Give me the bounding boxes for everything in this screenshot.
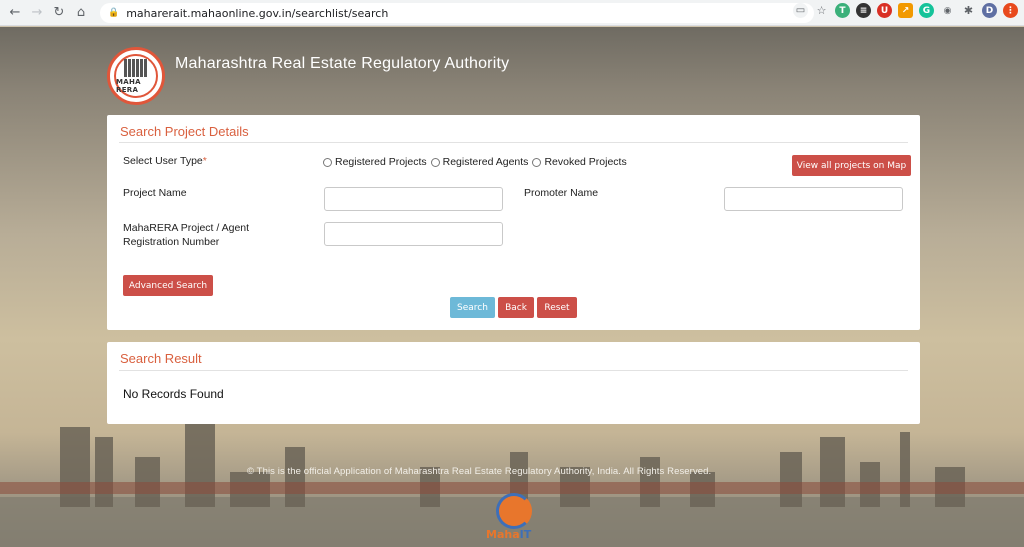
search-panel-title: Search Project Details	[120, 124, 249, 139]
user-type-label: Select User Type*	[123, 154, 207, 168]
puzzle-icon[interactable]: ✱	[961, 3, 976, 18]
user-type-label-text: Select User Type	[123, 155, 203, 167]
view-projects-on-map-button[interactable]: View all projects on Map	[792, 155, 911, 176]
radio-button[interactable]	[532, 157, 542, 167]
radio-button[interactable]	[430, 157, 440, 167]
extension-shield-icon[interactable]: U	[877, 3, 892, 18]
extension-green-icon[interactable]: T	[835, 3, 850, 18]
address-bar[interactable]: 🔒 maharerait.mahaonline.gov.in/searchlis…	[100, 3, 814, 23]
bookmark-star-icon[interactable]: ☆	[814, 3, 829, 18]
extension-chart-icon[interactable]: ↗	[898, 3, 913, 18]
radio-label: Registered Agents	[442, 156, 529, 168]
radio-label: Registered Projects	[335, 156, 427, 168]
back-button[interactable]: Back	[498, 297, 534, 318]
registration-number-input[interactable]	[324, 222, 503, 246]
search-button[interactable]: Search	[450, 297, 495, 318]
no-records-message: No Records Found	[123, 387, 224, 401]
radio-registered-projects[interactable]: Registered Projects	[323, 156, 427, 168]
radio-registered-agents[interactable]: Registered Agents	[430, 156, 529, 168]
project-name-input[interactable]	[324, 187, 503, 211]
grammarly-icon[interactable]: G	[919, 3, 934, 18]
project-name-label: Project Name	[123, 187, 187, 199]
result-panel-divider	[119, 370, 908, 371]
home-icon[interactable]: ⌂	[70, 2, 92, 24]
advanced-search-button[interactable]: Advanced Search	[123, 275, 213, 296]
back-arrow-icon[interactable]: ←	[4, 2, 26, 24]
browser-toolbar: ← → ↻ ⌂ 🔒 maharerait.mahaonline.gov.in/s…	[0, 0, 1024, 26]
building-icon	[124, 58, 148, 77]
registration-number-label: MahaRERA Project / Agent Registration Nu…	[123, 221, 249, 249]
extension-layers-icon[interactable]: ≡	[856, 3, 871, 18]
reset-button[interactable]: Reset	[537, 297, 577, 318]
radio-label: Revoked Projects	[544, 156, 627, 168]
reload-icon[interactable]: ↻	[48, 2, 70, 24]
logo-emblem: MAHA RERA	[114, 54, 158, 98]
menu-update-icon[interactable]: ⋮	[1003, 3, 1018, 18]
extension-bar: ▭ ☆ T ≡ U ↗ G ◉ ✱ D ⋮	[793, 3, 1018, 18]
radio-button[interactable]	[323, 157, 332, 167]
url-text: maharerait.mahaonline.gov.in/searchlist/…	[126, 6, 389, 20]
search-result-panel: Search Result No Records Found	[107, 342, 920, 424]
cast-icon[interactable]: ▭	[793, 3, 808, 18]
mahait-text-a: Maha	[486, 528, 520, 541]
logo-text: MAHA RERA	[116, 77, 141, 94]
promoter-name-input[interactable]	[724, 187, 903, 211]
site-title: Maharashtra Real Estate Regulatory Autho…	[175, 55, 510, 72]
maharera-logo[interactable]: MAHA RERA	[107, 47, 165, 105]
registration-label-line1: MahaRERA Project / Agent	[123, 222, 250, 234]
promoter-name-label: Promoter Name	[524, 187, 599, 199]
profile-avatar[interactable]: D	[982, 3, 997, 18]
search-panel-divider	[119, 142, 908, 143]
forward-arrow-icon[interactable]: →	[26, 2, 48, 24]
registration-label-line2: Registration Number	[123, 236, 220, 248]
lock-icon: 🔒	[108, 8, 120, 18]
search-panel: Search Project Details Select User Type*…	[107, 115, 920, 330]
footer-copyright: © This is the official Application of Ma…	[247, 466, 712, 477]
radio-revoked-projects[interactable]: Revoked Projects	[532, 156, 627, 168]
required-marker: *	[202, 155, 207, 167]
search-result-title: Search Result	[120, 351, 202, 366]
mahait-logo-icon	[496, 493, 532, 529]
camera-icon[interactable]: ◉	[940, 3, 955, 18]
mahait-wordmark: MahaIT	[486, 528, 531, 541]
user-type-radio-group: Registered Projects Registered Agents Re…	[323, 156, 631, 168]
mahait-text-b: IT	[519, 528, 532, 541]
